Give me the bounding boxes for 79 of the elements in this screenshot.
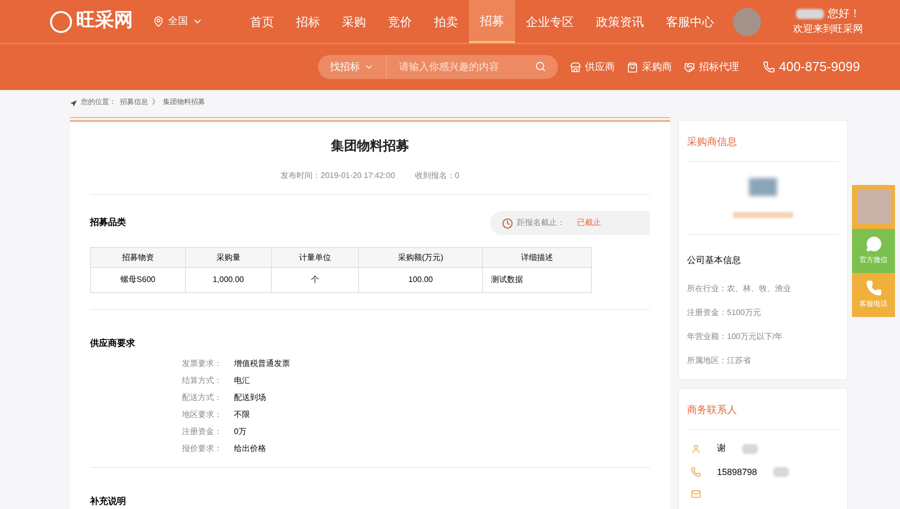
- person-icon: [691, 444, 701, 454]
- deadline-status: 已截止: [577, 217, 601, 229]
- table-header: 招募物资: [90, 248, 186, 268]
- avatar-tile[interactable]: [852, 185, 895, 229]
- phone-icon: [763, 61, 775, 73]
- requirement-label: 配送方式：: [181, 392, 222, 404]
- blurred-text: [773, 467, 790, 478]
- bag-icon: [627, 62, 638, 72]
- quick-link[interactable]: 供应商: [570, 60, 615, 74]
- search-field[interactable]: 请输入你感兴趣的内容: [387, 55, 558, 79]
- table-header: 计量单位: [271, 248, 359, 268]
- card-title: 商务联系人: [687, 405, 737, 416]
- blurred-text: [796, 9, 824, 19]
- section-heading: 补充说明: [90, 496, 126, 506]
- location-pin-icon: [153, 16, 164, 27]
- mail-icon: [691, 489, 701, 499]
- card-subtitle: 公司基本信息: [687, 255, 741, 265]
- hotline-number: 400-875-9099: [779, 58, 860, 76]
- table-header: 详细描述: [482, 248, 592, 268]
- location-arrow-icon: [70, 100, 77, 107]
- publish-time: 发布时间：2019-01-20 17:42:00: [280, 170, 395, 182]
- section-heading: 招募品类: [90, 216, 126, 230]
- search-icon[interactable]: [535, 61, 546, 72]
- contact-value: 15898798: [717, 466, 758, 478]
- company-fact: 所在行业：农、林、牧、渔业: [687, 283, 792, 295]
- requirement-label: 报价要求：: [181, 443, 222, 455]
- card-title: 采购商信息: [687, 137, 737, 148]
- company-fact: 注册资金：5100万元: [687, 307, 762, 319]
- welcome-text: 欢迎来到旺采网: [793, 22, 863, 36]
- nav-tab[interactable]: 招募: [469, 0, 515, 43]
- store-icon: [570, 62, 581, 72]
- requirement-value: 不限: [234, 409, 250, 421]
- table-header: 采购量: [186, 248, 272, 268]
- table-cell: 个: [271, 268, 359, 292]
- contact-value: 谢: [717, 442, 726, 455]
- quick-link[interactable]: 采购商: [627, 60, 672, 74]
- signup-count: 收到报名：0: [414, 170, 460, 182]
- requirement-value: 电汇: [234, 375, 250, 387]
- deadline-label: 距报名截止：: [517, 217, 565, 229]
- phone-icon: [691, 467, 701, 478]
- requirement-value: 增值税普通发票: [234, 358, 290, 370]
- greeting-text: 您好！: [828, 6, 860, 22]
- timer-icon: [502, 218, 513, 228]
- user-avatar[interactable]: [733, 8, 761, 36]
- article-title: 集团物料招募: [331, 138, 409, 153]
- nav-tab[interactable]: 企业专区: [515, 0, 585, 43]
- requirement-label: 发票要求：: [181, 358, 222, 370]
- table-cell: 测试数据: [482, 268, 592, 292]
- company-fact: 所属地区：江苏省: [687, 355, 752, 367]
- requirement-label: 地区要求：: [181, 409, 222, 421]
- search-category-dropdown[interactable]: 找招标: [318, 55, 387, 79]
- handshake-icon: [684, 62, 695, 72]
- nav-tab[interactable]: 竞价: [377, 0, 423, 43]
- company-fact: 年营业额：100万元以下/年: [687, 331, 784, 343]
- nav-tab[interactable]: 采购: [331, 0, 377, 43]
- table-cell: 100.00: [358, 268, 482, 292]
- company-logo-placeholder: [749, 178, 777, 196]
- requirement-label: 注册资金：: [181, 426, 222, 438]
- requirement-value: 配送到场: [234, 392, 266, 404]
- requirement-label: 结算方式：: [181, 375, 222, 387]
- chat-bubble-icon: [866, 236, 882, 252]
- blurred-company-name: [733, 212, 793, 218]
- nav-tab[interactable]: 客服中心: [655, 0, 725, 43]
- phone-icon: [866, 280, 882, 296]
- quick-link[interactable]: 招标代理: [684, 60, 739, 74]
- section-heading: 供应商要求: [90, 338, 135, 348]
- site-logo[interactable]: 旺采网: [76, 7, 133, 36]
- nav-tab[interactable]: 首页: [239, 0, 285, 43]
- location-selector[interactable]: 全国: [168, 14, 188, 29]
- blurred-text: [742, 444, 758, 454]
- table-cell: 螺母S600: [90, 268, 186, 292]
- table-header: 采购额(万元): [358, 248, 482, 268]
- avatar-placeholder: [856, 190, 890, 224]
- table-cell: 1,000.00: [186, 268, 272, 292]
- nav-tab[interactable]: 招标: [285, 0, 331, 43]
- nav-tab[interactable]: 政策资讯: [585, 0, 655, 43]
- requirement-value: 给出价格: [234, 443, 266, 455]
- requirement-value: 0万: [234, 426, 246, 438]
- nav-tab[interactable]: 拍卖: [423, 0, 469, 43]
